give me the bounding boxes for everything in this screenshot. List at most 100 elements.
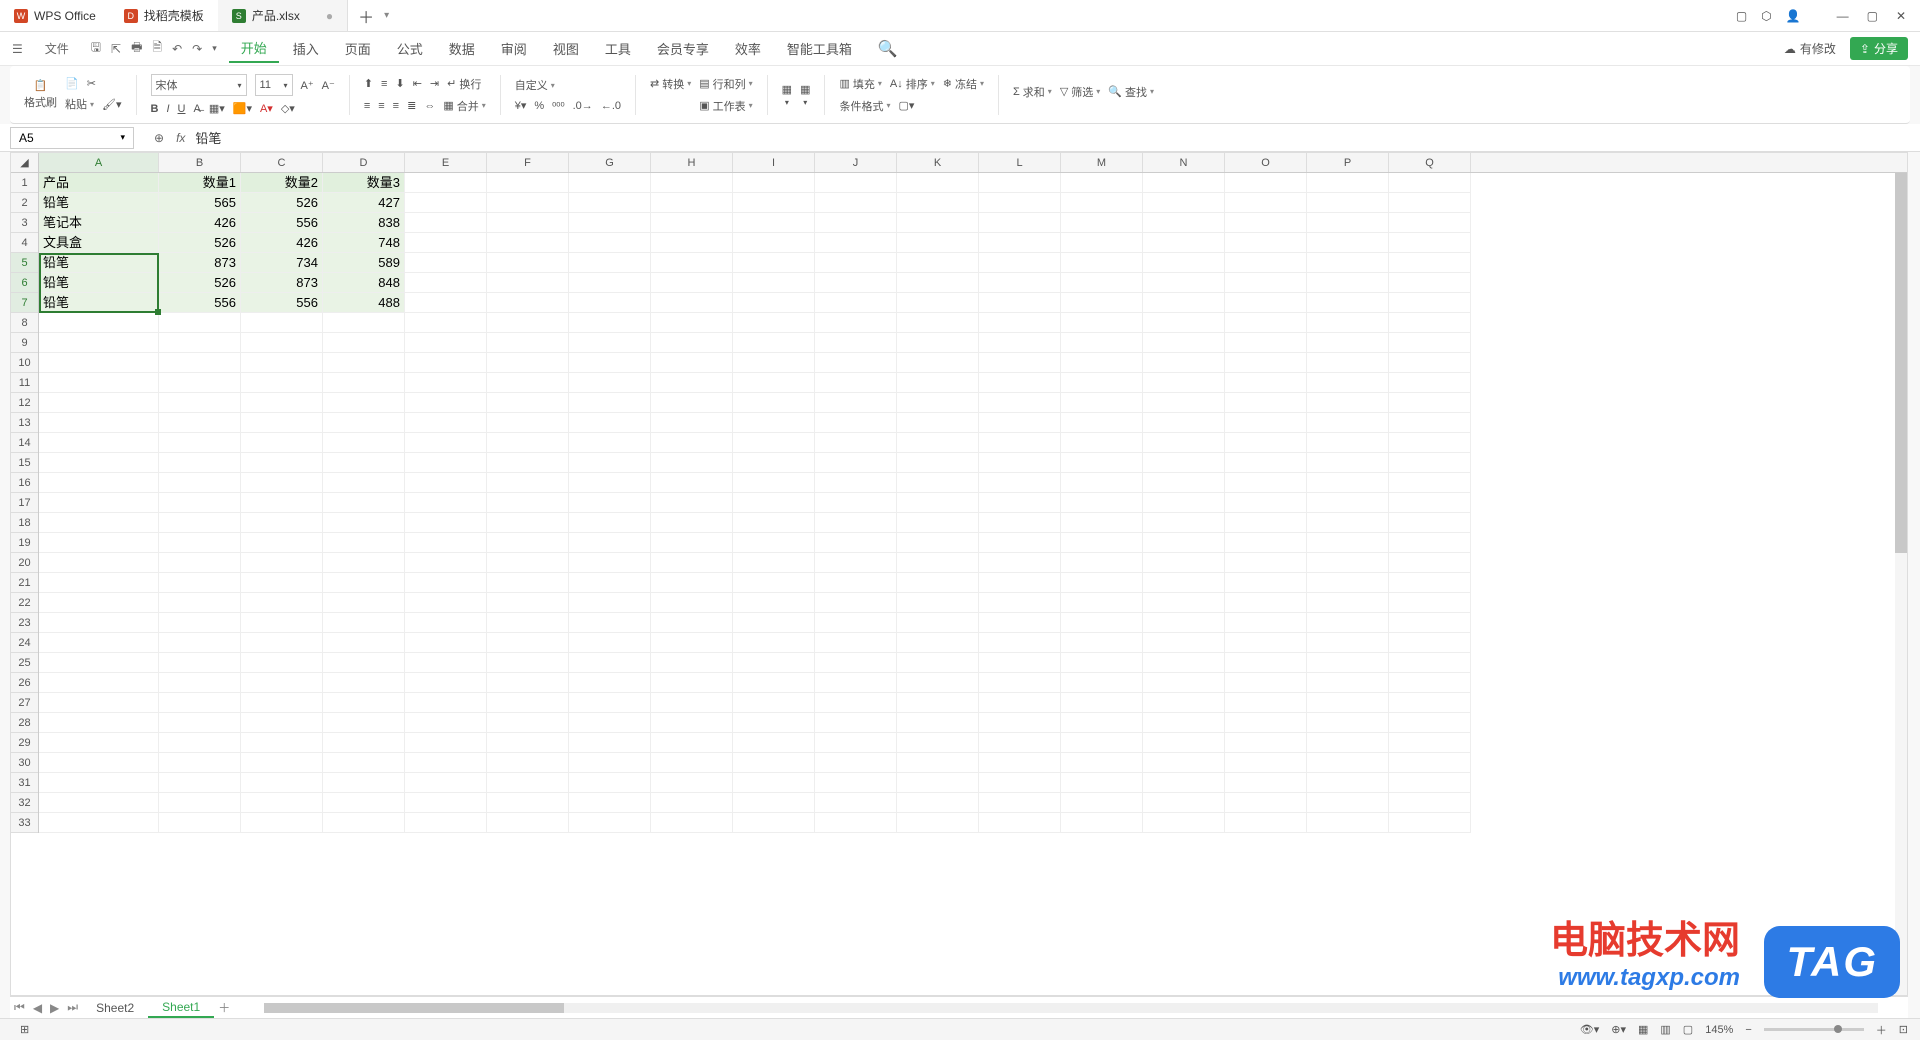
cell-E3[interactable] [405,213,487,233]
cell-M26[interactable] [1061,673,1143,693]
cell-J8[interactable] [815,313,897,333]
cell-C4[interactable]: 426 [241,233,323,253]
cell-C2[interactable]: 526 [241,193,323,213]
cell-A24[interactable] [39,633,159,653]
cell-A12[interactable] [39,393,159,413]
cell-G12[interactable] [569,393,651,413]
cell-G29[interactable] [569,733,651,753]
cell-N32[interactable] [1143,793,1225,813]
cell-B12[interactable] [159,393,241,413]
cell-P28[interactable] [1307,713,1389,733]
cell-M20[interactable] [1061,553,1143,573]
cell-M24[interactable] [1061,633,1143,653]
cell-K19[interactable] [897,533,979,553]
cell-P20[interactable] [1307,553,1389,573]
cell-Q17[interactable] [1389,493,1471,513]
align-right-icon[interactable]: ≡ [393,100,399,112]
clear-format-button[interactable]: ◇▾ [281,102,295,115]
cell-N26[interactable] [1143,673,1225,693]
bold-button[interactable]: B [151,103,159,115]
minimize-button[interactable]: — [1837,9,1849,23]
cell-H14[interactable] [651,433,733,453]
dec-decimal-icon[interactable]: ←.0 [601,100,621,112]
cell-H10[interactable] [651,353,733,373]
zoom-in-button[interactable]: ＋ [1876,1022,1887,1038]
cell-O32[interactable] [1225,793,1307,813]
cell-Q32[interactable] [1389,793,1471,813]
cell-H6[interactable] [651,273,733,293]
cell-B8[interactable] [159,313,241,333]
cell-L18[interactable] [979,513,1061,533]
cell-G26[interactable] [569,673,651,693]
cell-P4[interactable] [1307,233,1389,253]
cell-Q20[interactable] [1389,553,1471,573]
cell-A23[interactable] [39,613,159,633]
cell-Q2[interactable] [1389,193,1471,213]
cell-H27[interactable] [651,693,733,713]
cell-N28[interactable] [1143,713,1225,733]
cell-L21[interactable] [979,573,1061,593]
cell-K1[interactable] [897,173,979,193]
cell-F18[interactable] [487,513,569,533]
font-color-button[interactable]: A▾ [260,102,273,115]
cell-F6[interactable] [487,273,569,293]
cell-C22[interactable] [241,593,323,613]
cell-I14[interactable] [733,433,815,453]
cell-L26[interactable] [979,673,1061,693]
border-button[interactable]: ▦▾ [209,102,225,115]
cell-P32[interactable] [1307,793,1389,813]
cell-O23[interactable] [1225,613,1307,633]
number-format-select[interactable]: 自定义 [515,77,555,93]
cell-F15[interactable] [487,453,569,473]
cell-J30[interactable] [815,753,897,773]
cell-M30[interactable] [1061,753,1143,773]
cell-H7[interactable] [651,293,733,313]
cell-L28[interactable] [979,713,1061,733]
cell-A14[interactable] [39,433,159,453]
cell-H4[interactable] [651,233,733,253]
column-header-D[interactable]: D [323,153,405,172]
align-justify-icon[interactable]: ≣ [407,99,416,112]
cell-E22[interactable] [405,593,487,613]
cell-N12[interactable] [1143,393,1225,413]
column-header-C[interactable]: C [241,153,323,172]
cell-G11[interactable] [569,373,651,393]
comma-icon[interactable]: ᵒᵒᵒ [552,100,564,112]
cell-C11[interactable] [241,373,323,393]
row-header-16[interactable]: 16 [11,473,38,493]
cell-D13[interactable] [323,413,405,433]
cell-C5[interactable]: 734 [241,253,323,273]
cell-L23[interactable] [979,613,1061,633]
cell-Q1[interactable] [1389,173,1471,193]
paste-dropdown[interactable]: 粘贴 [65,96,94,112]
cell-C16[interactable] [241,473,323,493]
cell-E6[interactable] [405,273,487,293]
cell-D3[interactable]: 838 [323,213,405,233]
cell-D28[interactable] [323,713,405,733]
cell-Q15[interactable] [1389,453,1471,473]
cell-H3[interactable] [651,213,733,233]
cell-H22[interactable] [651,593,733,613]
cell-N22[interactable] [1143,593,1225,613]
cell-A7[interactable]: 铅笔 [39,293,159,313]
row-header-17[interactable]: 17 [11,493,38,513]
cell-D32[interactable] [323,793,405,813]
cell-I7[interactable] [733,293,815,313]
cell-O26[interactable] [1225,673,1307,693]
cell-M18[interactable] [1061,513,1143,533]
cell-K13[interactable] [897,413,979,433]
cell-L9[interactable] [979,333,1061,353]
cell-Q8[interactable] [1389,313,1471,333]
horizontal-scrollbar[interactable] [264,1003,1878,1013]
cell-J21[interactable] [815,573,897,593]
cell-Q9[interactable] [1389,333,1471,353]
cell-D24[interactable] [323,633,405,653]
view-page-icon[interactable]: ▥ [1660,1023,1670,1036]
cell-styles-button[interactable]: ▦▾ [782,83,792,107]
cell-M28[interactable] [1061,713,1143,733]
cell-N5[interactable] [1143,253,1225,273]
cell-D8[interactable] [323,313,405,333]
cell-P10[interactable] [1307,353,1389,373]
cell-Q5[interactable] [1389,253,1471,273]
cell-L8[interactable] [979,313,1061,333]
